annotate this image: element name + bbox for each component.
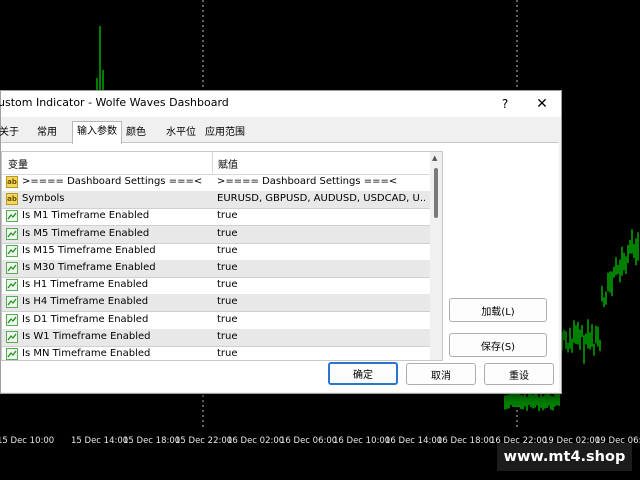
close-button[interactable]: ✕ [531, 93, 553, 115]
column-header-variable[interactable]: 变量 [8, 156, 28, 171]
bool-param-icon [6, 296, 18, 309]
parameter-row[interactable]: ab >==== Dashboard Settings ===< >==== Das… [2, 174, 430, 192]
watermark: www.mt4.shop [497, 443, 632, 471]
tab-about[interactable]: 关于 [0, 124, 19, 142]
parameter-name: Is D1 Timeframe Enabled [22, 313, 149, 325]
grid-scrollbar[interactable]: ▲ [430, 152, 442, 360]
indicator-properties-dialog: ustom Indicator - Wolfe Waves Dashboard … [0, 90, 562, 394]
parameter-value[interactable]: true [217, 331, 425, 342]
parameter-name: >==== Dashboard Settings ===< [22, 176, 203, 187]
parameter-value[interactable]: true [217, 348, 425, 359]
parameter-row[interactable]: Is M5 Timeframe Enabled true [2, 225, 430, 244]
bool-param-icon [6, 330, 18, 343]
parameter-row[interactable]: Is W1 Timeframe Enabled true [2, 328, 430, 347]
parameter-name: Is M5 Timeframe Enabled [22, 227, 150, 239]
cancel-button[interactable]: 取消 [406, 363, 476, 385]
parameter-name: Is H1 Timeframe Enabled [22, 279, 149, 291]
time-axis-label: 16 Dec 14:00 [385, 436, 443, 446]
parameter-name: Is M1 Timeframe Enabled [22, 210, 150, 222]
column-divider[interactable] [212, 152, 213, 174]
parameter-name: Is W1 Timeframe Enabled [22, 330, 151, 342]
time-axis-label: 16 Dec 18:00 [437, 436, 495, 446]
tab-levels[interactable]: 水平位 [166, 124, 196, 142]
time-axis-label: 15 Dec 14:00 [71, 436, 129, 446]
parameter-value[interactable]: true [217, 314, 425, 325]
bool-param-icon [6, 279, 18, 292]
text-param-icon: ab [6, 176, 18, 188]
tab-colors[interactable]: 颜色 [126, 124, 146, 142]
parameter-value[interactable]: >==== Dashboard Settings ===< [217, 176, 425, 187]
parameter-value[interactable]: EURUSD, GBPUSD, AUDUSD, USDCAD, U... [217, 193, 425, 204]
parameter-value[interactable]: true [217, 262, 425, 273]
parameter-name: Is M15 Timeframe Enabled [22, 244, 156, 256]
bool-param-icon [6, 244, 18, 257]
bool-param-icon [6, 348, 18, 360]
parameter-row[interactable]: Is D1 Timeframe Enabled true [2, 312, 430, 330]
time-axis-label: 16 Dec 06:00 [280, 436, 338, 446]
time-axis-label: 15 Dec 10:00 [0, 436, 55, 446]
parameter-name: Is M30 Timeframe Enabled [22, 262, 156, 273]
time-axis-label: 16 Dec 02:00 [227, 436, 285, 446]
parameter-value[interactable]: true [217, 296, 425, 307]
time-axis-label: 15 Dec 22:00 [175, 436, 233, 446]
parameter-row[interactable]: Is M1 Timeframe Enabled true [2, 208, 430, 227]
parameter-row[interactable]: Is M30 Timeframe Enabled true [2, 260, 430, 278]
bool-param-icon [6, 262, 18, 274]
parameter-value[interactable]: true [217, 210, 425, 221]
scroll-up-icon[interactable]: ▲ [432, 154, 437, 162]
tab-inputs[interactable]: 输入参数 [72, 121, 122, 144]
scroll-thumb[interactable] [434, 168, 438, 218]
dialog-titlebar[interactable]: ustom Indicator - Wolfe Waves Dashboard … [0, 91, 561, 117]
parameter-name: Symbols [22, 193, 65, 205]
parameters-grid[interactable]: 变量 赋值 ab >==== Dashboard Settings ===< >==… [1, 151, 443, 361]
grid-header: 变量 赋值 [2, 152, 430, 175]
ok-button[interactable]: 确定 [328, 362, 398, 385]
bool-param-icon [6, 210, 18, 223]
parameter-row[interactable]: Is H1 Timeframe Enabled true [2, 277, 430, 296]
column-header-value[interactable]: 赋值 [218, 156, 238, 171]
parameter-name: Is H4 Timeframe Enabled [22, 296, 149, 308]
parameter-row[interactable]: Is H4 Timeframe Enabled true [2, 294, 430, 313]
parameter-row[interactable]: Is MN Timeframe Enabled true [2, 346, 430, 360]
dialog-title: ustom Indicator - Wolfe Waves Dashboard [0, 96, 229, 109]
load-button[interactable]: 加载(L) [449, 298, 547, 322]
parameter-name: Is MN Timeframe Enabled [22, 348, 151, 359]
reset-button[interactable]: 重设 [484, 363, 554, 385]
parameter-row[interactable]: Is M15 Timeframe Enabled true [2, 243, 430, 261]
save-button[interactable]: 保存(S) [449, 333, 547, 357]
bool-param-icon [6, 313, 18, 326]
parameter-value[interactable]: true [217, 245, 425, 256]
parameter-value[interactable]: true [217, 279, 425, 290]
time-axis-label: 16 Dec 10:00 [333, 436, 391, 446]
help-button[interactable]: ? [494, 93, 516, 115]
parameter-value[interactable]: true [217, 228, 425, 239]
text-param-icon: ab [6, 193, 18, 206]
time-axis-label: 15 Dec 18:00 [123, 436, 181, 446]
parameter-row[interactable]: ab Symbols EURUSD, GBPUSD, AUDUSD, USDCAD,… [2, 191, 430, 210]
tab-common[interactable]: 常用 [37, 124, 57, 142]
tab-visualization[interactable]: 应用范围 [205, 124, 245, 142]
bool-param-icon [6, 227, 18, 240]
